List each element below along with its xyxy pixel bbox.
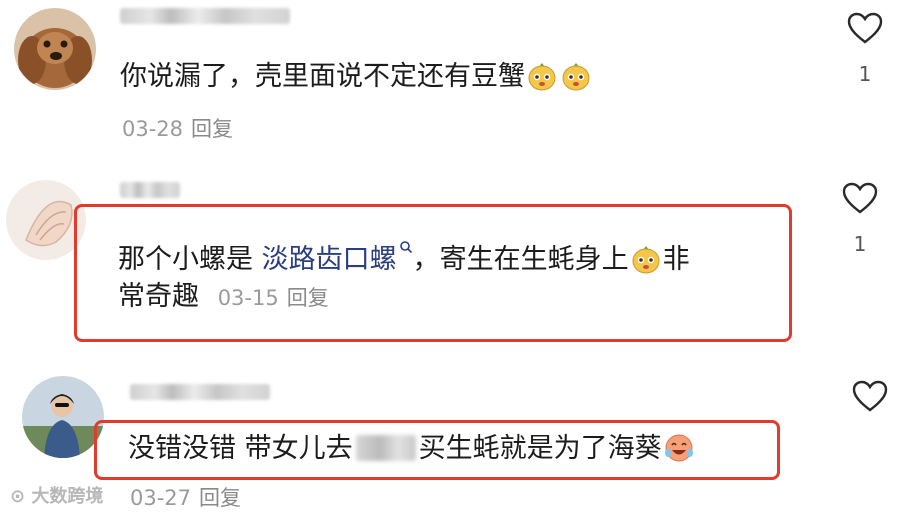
like-count: 1 <box>858 62 872 86</box>
search-icon[interactable] <box>399 227 413 254</box>
comment-1: 你说漏了，壳里面说不定还有豆蟹 03-28 回复 1 <box>0 0 900 160</box>
comment-3: 没错没错 带女儿去 买生蚝就是为了海葵 03-27 回复 <box>0 360 900 510</box>
pear-face-emoji-icon <box>560 59 592 91</box>
comment-date: 03-28 <box>122 117 184 141</box>
comment-body: 没错没错 带女儿去 <box>128 433 353 464</box>
comment-body: 你说漏了，壳里面说不定还有豆蟹 <box>120 61 525 92</box>
comment-meta: 03-28 回复 <box>122 113 233 143</box>
blurred-word <box>355 435 416 461</box>
username-blurred[interactable] <box>120 182 180 198</box>
comment-body: 常奇趣 <box>118 281 199 312</box>
comment-text-line2: 常奇趣 03-15 回复 <box>118 278 329 317</box>
comment-2: 那个小螺是 淡路齿口螺 ，寄生在生蚝身上 非 常奇趣 03-15 回复 1 <box>0 160 900 360</box>
laughing-crying-emoji-icon <box>663 431 695 463</box>
pear-face-emoji-icon <box>526 59 558 91</box>
reply-button[interactable]: 回复 <box>191 117 233 141</box>
comment-meta: 03-27 回复 <box>130 482 241 512</box>
pear-face-emoji-icon <box>630 242 662 274</box>
like-button[interactable]: 1 <box>835 12 895 86</box>
comment-meta: 03-15 回复 <box>211 286 329 310</box>
heart-icon <box>847 12 883 44</box>
search-link[interactable]: 淡路齿口螺 <box>262 244 397 275</box>
comment-date: 03-15 <box>217 286 279 310</box>
watermark: ⊙ 大数跨境 <box>10 482 103 508</box>
like-button[interactable]: 1 <box>830 182 890 256</box>
comment-body: ，寄生在生蚝身上 <box>412 244 629 275</box>
comment-date: 03-27 <box>130 486 192 510</box>
username-blurred[interactable] <box>130 384 270 400</box>
avatar-dog[interactable] <box>14 8 96 90</box>
username-blurred[interactable] <box>120 8 290 24</box>
reply-button[interactable]: 回复 <box>287 286 329 310</box>
dog-avatar-image <box>14 8 96 90</box>
comment-body: 非 <box>662 244 690 275</box>
like-button[interactable] <box>840 380 900 412</box>
comment-body: 那个小螺是 <box>118 244 262 275</box>
avatar-person[interactable] <box>22 376 104 458</box>
comment-text: 那个小螺是 淡路齿口螺 ，寄生在生蚝身上 非 <box>118 227 690 279</box>
comment-text: 你说漏了，壳里面说不定还有豆蟹 <box>120 58 593 96</box>
watermark-logo-icon: ⊙ <box>10 486 26 507</box>
heart-icon <box>842 182 878 214</box>
comment-text: 没错没错 带女儿去 买生蚝就是为了海葵 <box>128 430 696 468</box>
watermark-text: 大数跨境 <box>31 486 104 507</box>
heart-icon <box>852 380 888 412</box>
reply-button[interactable]: 回复 <box>199 486 241 510</box>
person-avatar-image <box>22 376 104 458</box>
like-count: 1 <box>853 232 867 256</box>
comment-body: 买生蚝就是为了海葵 <box>418 433 662 464</box>
